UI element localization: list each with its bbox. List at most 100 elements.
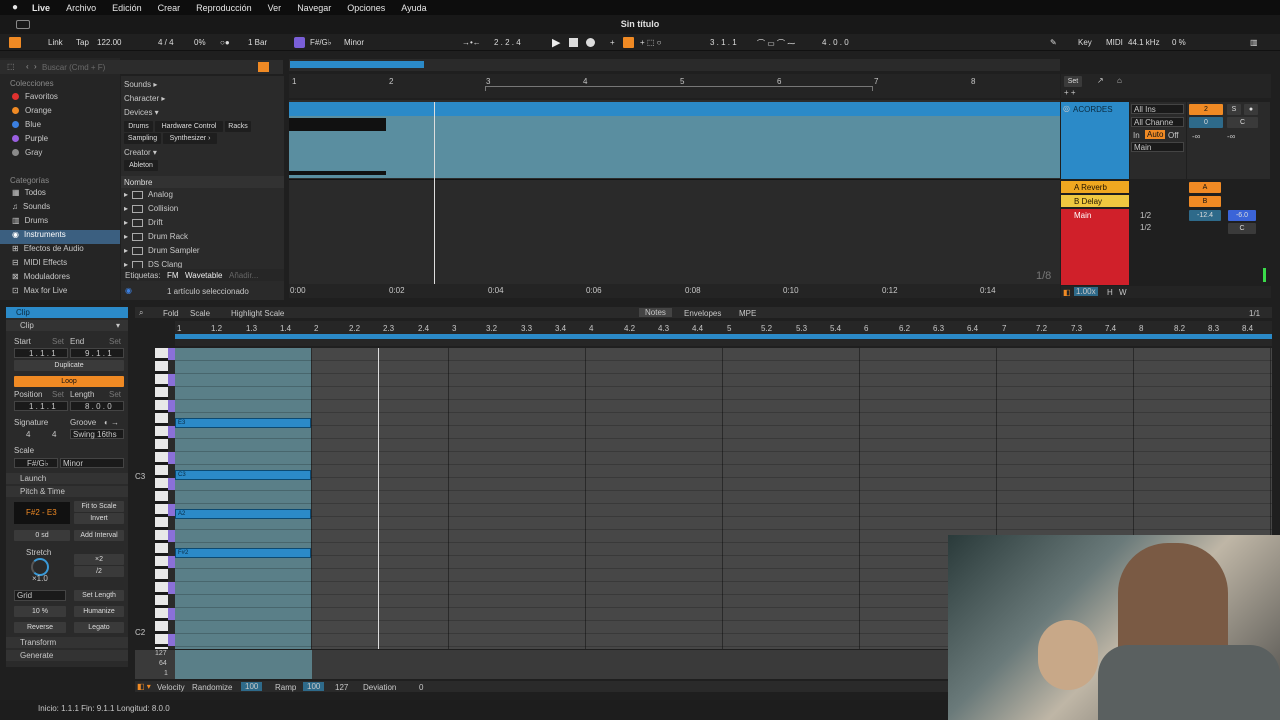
loop-start-field[interactable]: 3 . 1 . 1 (710, 38, 737, 47)
menu-reproduccion[interactable]: Reproducción (196, 3, 252, 13)
main-pan[interactable]: -6.0 (1228, 210, 1256, 221)
nav-arrows-icon[interactable]: + + (1064, 88, 1076, 97)
menu-navegar[interactable]: Navegar (297, 3, 331, 13)
main-track[interactable]: Main (1061, 209, 1129, 285)
semitone-field[interactable]: 0 sd (14, 530, 70, 541)
return-a-button[interactable]: A (1189, 182, 1221, 193)
groove-select[interactable]: Swing 16ths (70, 429, 124, 439)
signature-numerator[interactable]: 4 (26, 430, 30, 439)
transform-header[interactable]: Transform (6, 637, 128, 648)
editor-ruler[interactable]: 1 1.2 1.3 1.4 2 2.2 2.3 2.4 3 3.2 3.3 3.… (175, 321, 1272, 346)
scale-mode-icon[interactable] (294, 37, 305, 48)
beat-ruler[interactable]: 1 2 3 4 5 6 7 8 (289, 74, 1060, 98)
filter-sounds[interactable]: Sounds ▸ (124, 80, 157, 89)
category-modulators[interactable]: ⊠ Moduladores (0, 272, 120, 286)
stop-button[interactable] (569, 38, 578, 47)
loop-button[interactable]: Loop (14, 376, 124, 387)
stretch-half-button[interactable]: /2 (74, 566, 124, 577)
collection-blue[interactable]: Blue (12, 120, 117, 134)
highlight-scale-button[interactable]: Highlight Scale (231, 309, 284, 318)
tab-notes[interactable]: Notes (639, 308, 672, 317)
scale-button[interactable]: Scale (190, 309, 210, 318)
scale-icon[interactable]: ◧ (1063, 288, 1071, 297)
swing-field[interactable]: 0% (194, 38, 206, 47)
pan-field[interactable]: C (1227, 117, 1258, 128)
scale-select[interactable]: Minor (344, 38, 364, 47)
list-item-drum-rack[interactable]: ▸ Drum Rack (124, 232, 282, 246)
deviation-value[interactable]: 0 (419, 683, 423, 692)
loop-brace[interactable] (485, 86, 873, 91)
draw-mode-icon[interactable]: ✎ (1050, 38, 1057, 47)
arrangement-position[interactable]: 2 . 2 . 4 (494, 38, 521, 47)
track-activator[interactable]: 2 (1189, 104, 1223, 115)
collection-favoritos[interactable]: Favoritos (12, 92, 117, 106)
tag-racks[interactable]: Racks (225, 121, 251, 132)
fold-button[interactable]: Fold (163, 309, 179, 318)
collapse-icon[interactable]: ▾ (116, 321, 120, 330)
reverse-button[interactable]: Reverse (14, 622, 66, 633)
pitch-range-display[interactable]: F#2 - E3 (14, 502, 70, 524)
back-icon[interactable]: ‹ (26, 62, 29, 71)
info-icon[interactable]: ◉ (125, 286, 132, 295)
punch-in-out-icons[interactable]: ⌒ ▭ ⌒ ⁓ (757, 38, 795, 49)
menu-ayuda[interactable]: Ayuda (401, 3, 426, 13)
randomize-button[interactable]: Randomize (192, 683, 232, 692)
return-b-delay[interactable]: B Delay (1061, 195, 1129, 207)
key-select[interactable]: F#/G♭ (310, 38, 332, 47)
tag-ableton[interactable]: Ableton (124, 160, 158, 171)
clip-title-bar[interactable] (289, 102, 1060, 116)
fit-to-scale-button[interactable]: Fit to Scale (74, 501, 124, 512)
output-select[interactable]: Main (1131, 142, 1184, 152)
tag-hardware-control[interactable]: Hardware Control (155, 121, 223, 132)
list-item-drum-sampler[interactable]: ▸ Drum Sampler (124, 246, 282, 260)
menu-ver[interactable]: Ver (268, 3, 282, 13)
monitor-in[interactable]: In (1133, 131, 1140, 140)
add-interval-button[interactable]: Add Interval (74, 530, 124, 541)
overview-region[interactable] (290, 61, 424, 68)
arm-button[interactable]: ● (1244, 104, 1258, 115)
play-button[interactable]: ▶ (552, 36, 560, 49)
send-a-value[interactable]: -∞ (1192, 132, 1200, 141)
category-drums[interactable]: ▥ Drums (0, 216, 120, 230)
length-set-button[interactable]: Set (109, 390, 121, 399)
note-a2[interactable]: A2 (175, 509, 311, 519)
scale-mode-select[interactable]: Minor (60, 458, 124, 468)
collection-gray[interactable]: Gray (12, 148, 117, 162)
menu-crear[interactable]: Crear (158, 3, 181, 13)
position-set-button[interactable]: Set (52, 390, 64, 399)
sidebar-toggle-icon[interactable]: ⬚ (7, 62, 15, 71)
list-header[interactable]: Nombre (121, 176, 284, 188)
automation-arm-icon[interactable] (623, 37, 634, 48)
category-sounds[interactable]: ♫ Sounds (0, 202, 120, 216)
tag-drums[interactable]: Drums (124, 121, 153, 132)
randomize-value[interactable]: 100 (241, 682, 263, 691)
midi-map-button[interactable]: MIDI (1106, 38, 1123, 47)
solo-button[interactable]: S (1227, 104, 1241, 115)
h-button[interactable]: H (1107, 288, 1113, 297)
lock-icon[interactable]: ⌂ (1117, 76, 1122, 85)
clip-title[interactable]: Clip (6, 307, 128, 318)
category-max-for-live[interactable]: ⊡ Max for Live (0, 286, 120, 300)
filter-character[interactable]: Character ▸ (124, 94, 165, 103)
list-item-ds-clang[interactable]: ▸ DS Clang (124, 260, 282, 268)
tempo-field[interactable]: 122.00 (97, 38, 121, 47)
length-field[interactable]: 8 . 0 . 0 (70, 401, 124, 411)
scale-key-select[interactable]: F#/G♭ (14, 458, 58, 468)
track-fold-icon[interactable]: ◎ (1063, 104, 1070, 113)
collection-orange[interactable]: Orange (12, 106, 117, 120)
generate-header[interactable]: Generate (6, 650, 128, 661)
label-fm[interactable]: FM (167, 271, 179, 280)
set-button[interactable]: Set (1064, 76, 1082, 87)
key-map-button[interactable]: Key (1078, 38, 1092, 47)
link-button[interactable]: Link (48, 38, 63, 47)
tab-mpe[interactable]: MPE (739, 309, 756, 318)
start-field[interactable]: 1 . 1 . 1 (14, 348, 68, 358)
legato-button[interactable]: Legato (74, 622, 124, 633)
input-type-select[interactable]: All Ins (1131, 104, 1184, 114)
mixer-scale[interactable]: 1.00x (1074, 287, 1098, 296)
apple-icon[interactable]: ● (12, 2, 18, 13)
tag-sampling[interactable]: Sampling (124, 133, 161, 144)
category-instruments[interactable]: ◉ Instruments (0, 230, 120, 244)
signature-field[interactable]: 4 / 4 (158, 38, 174, 47)
launch-header[interactable]: Launch (6, 473, 128, 484)
